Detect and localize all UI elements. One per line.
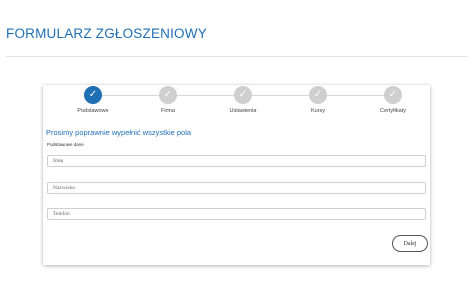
check-icon: ✓ [234, 86, 252, 104]
progress-steps: ✓ Podstawowe ✓ Firma ✓ Ustawienia ✓ Kurs… [43, 85, 430, 117]
step-label: Firma [160, 108, 176, 114]
first-name-input[interactable] [47, 155, 426, 167]
step-label: Podstawowe [77, 108, 109, 114]
step-kursy[interactable]: ✓ Kursy [283, 86, 353, 114]
step-podstawowe[interactable]: ✓ Podstawowe [58, 86, 128, 114]
last-name-input[interactable] [47, 182, 426, 194]
step-ustawienia[interactable]: ✓ Ustawienia [208, 86, 278, 114]
step-firma[interactable]: ✓ Firma [133, 86, 203, 114]
next-button[interactable]: Dalej [392, 235, 428, 252]
section-label: Podstawowe dane [47, 142, 84, 147]
step-certyfikaty[interactable]: ✓ Certyfikaty [358, 86, 428, 114]
step-label: Ustawienia [229, 108, 257, 114]
check-icon: ✓ [84, 86, 102, 104]
form-heading: Prosimy poprawnie wypełnić wszystkie pol… [46, 128, 192, 137]
check-icon: ✓ [309, 86, 327, 104]
step-label: Kursy [310, 108, 326, 114]
check-icon: ✓ [384, 86, 402, 104]
check-icon: ✓ [159, 86, 177, 104]
step-label: Certyfikaty [380, 108, 406, 114]
title-divider [6, 56, 468, 57]
form-card: ✓ Podstawowe ✓ Firma ✓ Ustawienia ✓ Kurs… [43, 85, 430, 265]
page-title: FORMULARZ ZGŁOSZENIOWY [6, 26, 207, 41]
phone-input[interactable] [47, 208, 426, 220]
